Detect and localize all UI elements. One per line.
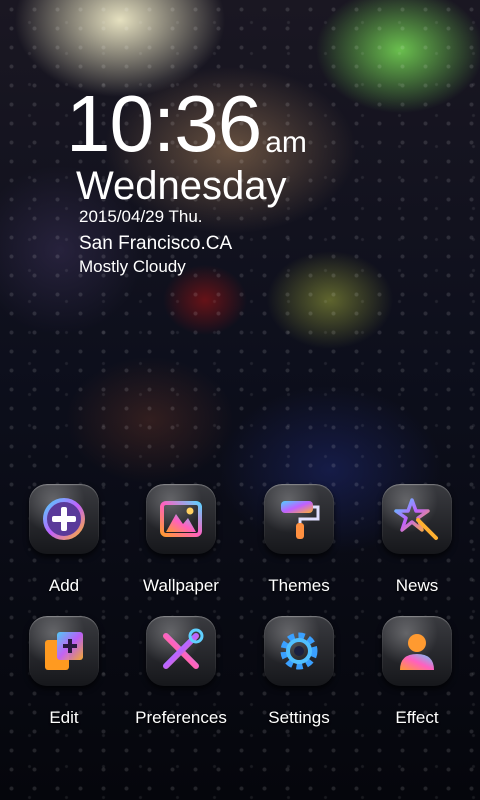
app-edit[interactable]: Edit	[5, 616, 123, 728]
app-label: News	[395, 576, 439, 595]
app-add[interactable]: Add	[5, 484, 123, 596]
tools-icon	[163, 628, 204, 669]
add-icon	[43, 498, 85, 540]
add-tile[interactable]	[29, 484, 99, 554]
clock-time: 10:36	[66, 79, 262, 168]
app-themes[interactable]: Themes	[240, 484, 358, 596]
weather-condition: Mostly Cloudy	[79, 257, 186, 276]
paint-roller-icon	[281, 501, 320, 539]
app-label: Themes	[268, 576, 330, 595]
app-label: Edit	[49, 708, 79, 727]
settings-tile[interactable]	[264, 616, 334, 686]
app-label: Add	[48, 576, 80, 595]
app-settings[interactable]: Settings	[240, 616, 358, 728]
themes-tile[interactable]	[264, 484, 334, 554]
clock-day: Wednesday	[76, 164, 287, 208]
weather-city[interactable]: San Francisco.CA	[79, 233, 232, 255]
app-label: Settings	[268, 708, 330, 727]
edit-tile[interactable]	[29, 616, 99, 686]
app-label: Preferences	[135, 708, 227, 727]
app-news[interactable]: News	[358, 484, 476, 596]
wallpaper-icon	[160, 501, 202, 537]
star-wand-icon	[394, 498, 438, 540]
app-wallpaper[interactable]: Wallpaper	[122, 484, 240, 596]
clock-widget[interactable]: 10:36 am	[66, 84, 307, 164]
clock-ampm: am	[265, 126, 307, 159]
edit-icon	[45, 632, 83, 670]
news-tile[interactable]	[382, 484, 452, 554]
gear-icon	[280, 632, 318, 670]
app-preferences[interactable]: Preferences	[122, 616, 240, 728]
app-label: Effect	[395, 708, 439, 727]
clock-date: 2015/04/29 Thu.	[79, 207, 203, 226]
effect-tile[interactable]	[382, 616, 452, 686]
app-effect[interactable]: Effect	[358, 616, 476, 728]
person-icon	[400, 634, 434, 670]
wallpaper-tile[interactable]	[146, 484, 216, 554]
preferences-tile[interactable]	[146, 616, 216, 686]
app-label: Wallpaper	[143, 576, 219, 595]
